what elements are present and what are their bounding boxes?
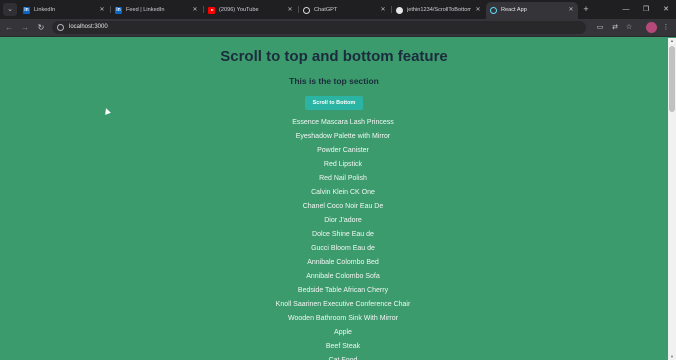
list-item: Cat Food bbox=[0, 354, 668, 360]
close-icon[interactable]: ✕ bbox=[379, 2, 387, 19]
url-text: localhost:3000 bbox=[69, 24, 108, 30]
forward-button[interactable]: → bbox=[18, 19, 32, 36]
list-item: Bedside Table African Cherry bbox=[297, 287, 389, 294]
list-item: Annibale Colombo Bed bbox=[307, 259, 379, 266]
close-icon: ✕ bbox=[663, 6, 669, 13]
list-item: Dolce Shine Eau de bbox=[312, 231, 374, 238]
maximize-button[interactable]: ❐ bbox=[636, 0, 656, 19]
list-item: Annibale Colombo Sofa bbox=[306, 273, 380, 280]
list-item: Powder Canister bbox=[317, 147, 369, 154]
close-icon[interactable]: ✕ bbox=[191, 2, 199, 19]
minimize-button[interactable]: — bbox=[616, 0, 636, 19]
tab-feed-linkedin[interactable]: in Feed | LinkedIn ✕ bbox=[111, 2, 202, 19]
plus-icon: + bbox=[583, 4, 589, 14]
tab-strip: ⌄ in LinkedIn ✕ in Feed | LinkedIn ✕ (20… bbox=[0, 0, 676, 19]
translate-icon: ⇄ bbox=[612, 24, 618, 31]
tab-title: ChatGPT bbox=[314, 7, 338, 13]
page-title: Scroll to top and bottom feature bbox=[220, 48, 448, 65]
restore-icon: ❐ bbox=[642, 6, 650, 13]
chatgpt-icon bbox=[303, 7, 310, 14]
top-section-heading: This is the top section bbox=[289, 76, 379, 86]
monitor-icon: ▭ bbox=[596, 24, 604, 31]
list-item: Eyeshadow Palette with Mirror bbox=[295, 133, 391, 140]
close-icon[interactable]: ✕ bbox=[567, 2, 575, 19]
tab-title: Feed | LinkedIn bbox=[126, 7, 165, 13]
tab-youtube[interactable]: (2096) YouTube ✕ bbox=[204, 2, 297, 19]
tab-linkedin[interactable]: in LinkedIn ✕ bbox=[19, 2, 109, 19]
star-icon: ☆ bbox=[625, 24, 633, 31]
back-button[interactable]: ← bbox=[2, 19, 16, 36]
arrow-left-icon: ← bbox=[5, 23, 13, 32]
minimize-icon: — bbox=[622, 6, 630, 13]
list-item: Gucci Bloom Eau de bbox=[311, 245, 375, 252]
product-list: Essence Mascara Lash Princess Eyeshadow P… bbox=[0, 116, 668, 360]
list-item: Red Lipstick bbox=[323, 161, 363, 168]
reload-button[interactable]: ↻ bbox=[34, 19, 48, 36]
list-item: Red Nail Polish bbox=[319, 175, 367, 182]
list-item: Dior J'adore bbox=[324, 217, 362, 224]
tab-title: jethin1234/ScrollToBottom- bbox=[407, 7, 471, 13]
list-item: Essence Mascara Lash Princess bbox=[292, 119, 394, 126]
github-icon bbox=[396, 7, 403, 14]
page-scrollbar[interactable]: ▲ ▼ bbox=[668, 38, 676, 360]
tab-title: React App bbox=[501, 7, 527, 13]
kebab-menu-icon: ⋮ bbox=[662, 24, 670, 31]
tab-react-app[interactable]: React App ✕ bbox=[486, 2, 578, 19]
list-item: Wooden Bathroom Sink With Mirror bbox=[288, 315, 398, 322]
translate-button[interactable]: ⇄ bbox=[609, 21, 621, 34]
tab-chatgpt[interactable]: ChatGPT ✕ bbox=[299, 2, 390, 19]
tab-title: LinkedIn bbox=[34, 7, 56, 13]
close-icon[interactable]: ✕ bbox=[474, 2, 482, 19]
reload-icon: ↻ bbox=[37, 23, 45, 32]
react-icon bbox=[490, 7, 497, 14]
list-item: Calvin Klein CK One bbox=[311, 189, 375, 196]
youtube-icon bbox=[208, 7, 215, 14]
profile-avatar[interactable] bbox=[646, 22, 657, 33]
chevron-down-icon: ⌄ bbox=[7, 6, 13, 13]
close-icon[interactable]: ✕ bbox=[286, 2, 294, 19]
bookmark-button[interactable]: ☆ bbox=[623, 21, 635, 34]
site-info-icon[interactable] bbox=[57, 24, 64, 31]
scroll-up-icon[interactable]: ▲ bbox=[668, 38, 676, 44]
list-item: Knoll Saarinen Executive Conference Chai… bbox=[275, 301, 411, 308]
tab-title: (2096) YouTube bbox=[219, 7, 259, 13]
list-item: Beef Steak bbox=[325, 343, 361, 350]
scrollbar-thumb[interactable] bbox=[669, 46, 675, 112]
close-icon[interactable]: ✕ bbox=[98, 2, 106, 19]
new-tab-button[interactable]: + bbox=[580, 2, 592, 17]
scroll-to-bottom-button[interactable]: Scroll to Bottom bbox=[305, 96, 363, 110]
menu-button[interactable]: ⋮ bbox=[660, 21, 672, 34]
tab-search-button[interactable]: ⌄ bbox=[3, 3, 17, 16]
install-app-button[interactable]: ▭ bbox=[594, 21, 606, 34]
scroll-down-icon[interactable]: ▼ bbox=[668, 354, 676, 360]
linkedin-icon: in bbox=[115, 7, 122, 14]
tab-github[interactable]: jethin1234/ScrollToBottom- ✕ bbox=[392, 2, 485, 19]
close-window-button[interactable]: ✕ bbox=[656, 0, 676, 19]
arrow-right-icon: → bbox=[21, 23, 29, 32]
page-viewport: Scroll to top and bottom feature This is… bbox=[0, 38, 668, 360]
address-bar[interactable]: localhost:3000 bbox=[52, 21, 586, 34]
browser-toolbar: ← → ↻ localhost:3000 ▭ ⇄ ☆ ⋮ bbox=[0, 19, 676, 37]
list-item: Chanel Coco Noir Eau De bbox=[302, 203, 384, 210]
list-item: Apple bbox=[334, 329, 352, 336]
linkedin-icon: in bbox=[23, 7, 30, 14]
